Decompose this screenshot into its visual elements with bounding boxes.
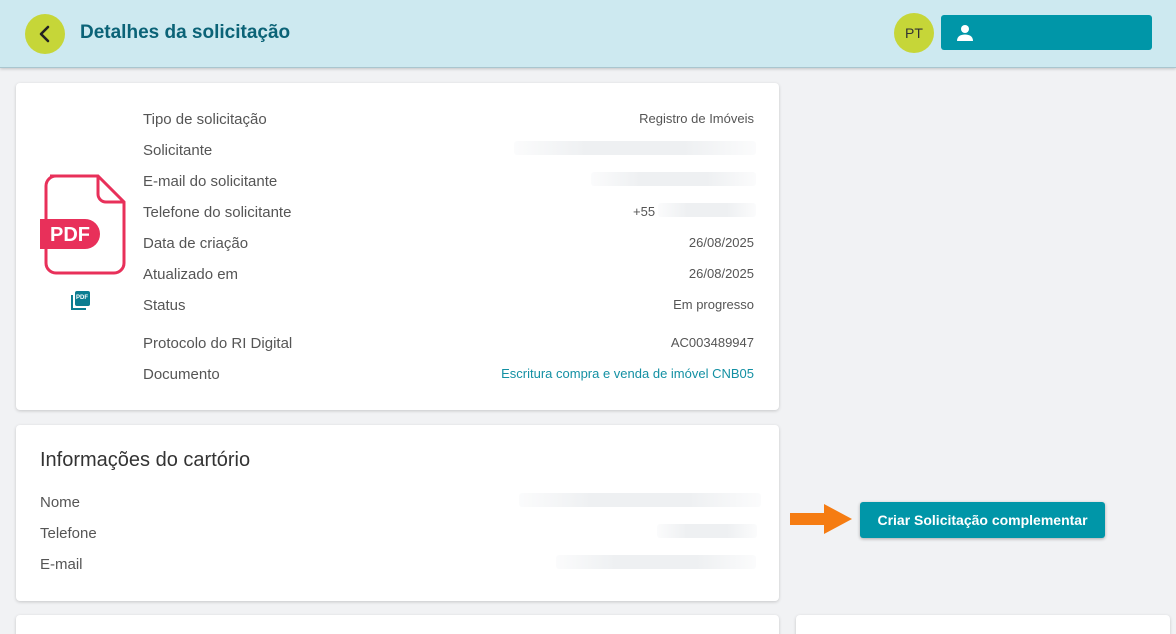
label-registry-email: E-mail [40,556,83,573]
label-requester-email: E-mail do solicitante [143,173,278,190]
registry-section-title: Informações do cartório [40,449,251,471]
document-link[interactable]: Escritura compra e venda de imóvel CNB05 [501,366,754,381]
redacted-requester-email [591,172,756,186]
page-title: Detalhes da solicitação [80,22,291,43]
value-updated-date: 26/08/2025 [688,266,754,281]
lower-right-card [796,615,1170,634]
avatar[interactable]: PT [894,13,934,53]
top-bar: Detalhes da solicitação PT [0,0,1176,68]
back-button[interactable] [25,14,65,54]
label-status: Status [143,297,186,314]
label-requester: Solicitante [143,142,213,159]
label-created-date: Data de criação [143,235,249,252]
person-icon [957,24,973,41]
label-request-type: Tipo de solicitação [143,111,267,128]
label-registry-name: Nome [40,494,81,511]
pdf-badge-label: PDF [50,224,90,246]
chevron-left-icon [39,25,50,43]
pdf-file-icon[interactable]: PDF [71,290,91,315]
label-protocol: Protocolo do RI Digital [143,335,293,352]
request-details-card: PDF PDF Tipo de solicitação Registro de … [16,83,779,410]
value-protocol: AC003489947 [670,335,754,350]
redacted-registry-phone [657,524,757,538]
label-requester-phone: Telefone do solicitante [143,204,292,221]
value-requester-phone: +55 [633,204,656,219]
user-menu-button[interactable] [941,15,1152,50]
pdf-document-icon[interactable]: PDF [40,173,130,282]
create-complementary-request-button[interactable]: Criar Solicitação complementar [860,502,1105,538]
arrow-right-icon [790,504,852,534]
value-created-date: 26/08/2025 [688,235,754,250]
pdf-small-label: PDF [76,295,88,301]
value-status: Em progresso [673,297,754,312]
label-updated-date: Atualizado em [143,266,239,283]
redacted-requester [514,141,756,155]
registry-info-card: Informações do cartório Nome Telefone E-… [16,425,779,601]
value-request-type: Registro de Imóveis [639,111,754,126]
lower-left-card [16,615,779,634]
redacted-requester-phone [658,203,756,217]
label-registry-phone: Telefone [40,525,97,542]
redacted-registry-name [519,493,761,507]
redacted-registry-email [556,555,756,569]
label-document: Documento [143,366,220,383]
